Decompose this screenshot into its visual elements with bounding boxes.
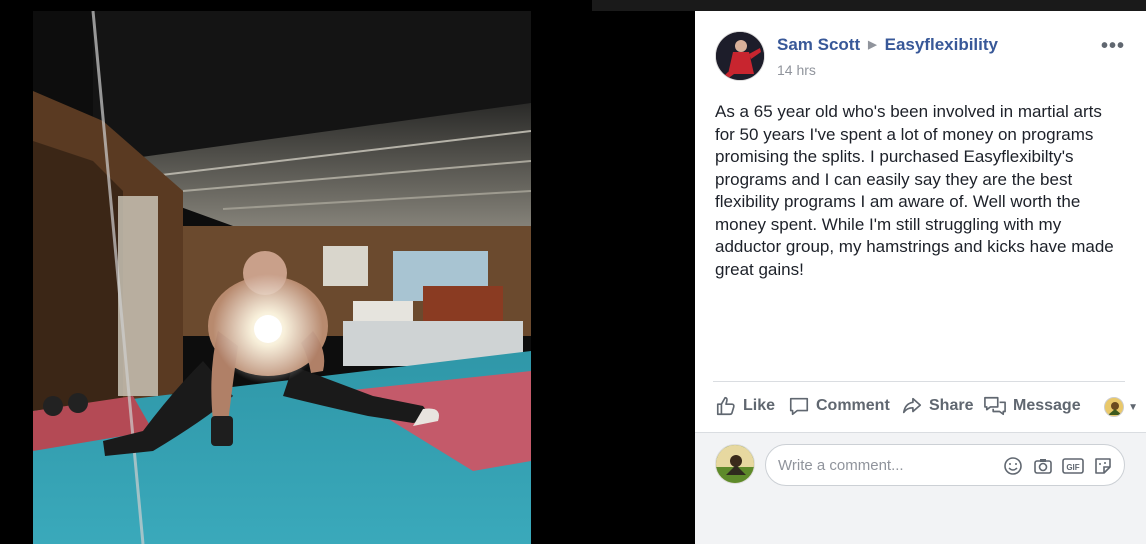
- top-bar: [0, 0, 1146, 11]
- photo-scene: [33, 11, 531, 544]
- comment-button[interactable]: Comment: [788, 395, 890, 417]
- post-text: As a 65 year old who's been involved in …: [715, 102, 1114, 279]
- post-panel: Sam Scott ▶ Easyflexibility 14 hrs ••• As …: [695, 11, 1146, 544]
- author-avatar[interactable]: [715, 31, 765, 81]
- like-icon: [716, 396, 735, 416]
- page-avatar-small: [1104, 397, 1125, 417]
- message-button[interactable]: Message: [983, 395, 1081, 417]
- comment-input[interactable]: Write a comment... GIF: [765, 444, 1125, 486]
- post-photo[interactable]: [33, 11, 531, 544]
- caret-right-icon: ▶: [868, 39, 877, 51]
- divider: [713, 381, 1125, 382]
- like-button[interactable]: Like: [715, 395, 775, 417]
- author-name[interactable]: Sam Scott: [777, 35, 860, 54]
- like-label: Like: [743, 397, 776, 414]
- avatar-image: [716, 32, 764, 80]
- comment-tools: GIF: [1002, 455, 1114, 477]
- emoji-icon[interactable]: [1002, 455, 1024, 477]
- commenter-avatar-image: [716, 445, 754, 483]
- svg-text:GIF: GIF: [1066, 463, 1079, 472]
- top-bar-right: [592, 0, 1146, 11]
- page-avatar-image: [1105, 398, 1124, 416]
- gif-icon[interactable]: GIF: [1062, 455, 1084, 477]
- commenter-avatar[interactable]: [715, 444, 755, 484]
- message-icon: [984, 396, 1006, 416]
- post-time[interactable]: 14 hrs: [777, 62, 816, 78]
- post-as-selector[interactable]: ▼: [1104, 397, 1138, 417]
- author-line: Sam Scott ▶ Easyflexibility: [777, 35, 998, 55]
- target-page-name[interactable]: Easyflexibility: [885, 35, 998, 54]
- comment-placeholder: Write a comment...: [778, 457, 904, 474]
- comment-area: Write a comment... GIF: [695, 432, 1146, 544]
- chevron-down-icon: ▼: [1128, 401, 1138, 413]
- sticker-icon[interactable]: [1092, 455, 1114, 477]
- share-button[interactable]: Share: [901, 395, 973, 417]
- action-bar: Like Comment Share Message ▼: [713, 391, 1138, 425]
- share-icon: [902, 397, 922, 414]
- comment-icon: [789, 397, 809, 416]
- comment-label: Comment: [816, 397, 890, 414]
- message-label: Message: [1013, 397, 1081, 414]
- share-label: Share: [929, 397, 974, 414]
- camera-icon[interactable]: [1032, 455, 1054, 477]
- more-icon[interactable]: •••: [1101, 35, 1125, 58]
- post-header: Sam Scott ▶ Easyflexibility 14 hrs •••: [715, 31, 1135, 83]
